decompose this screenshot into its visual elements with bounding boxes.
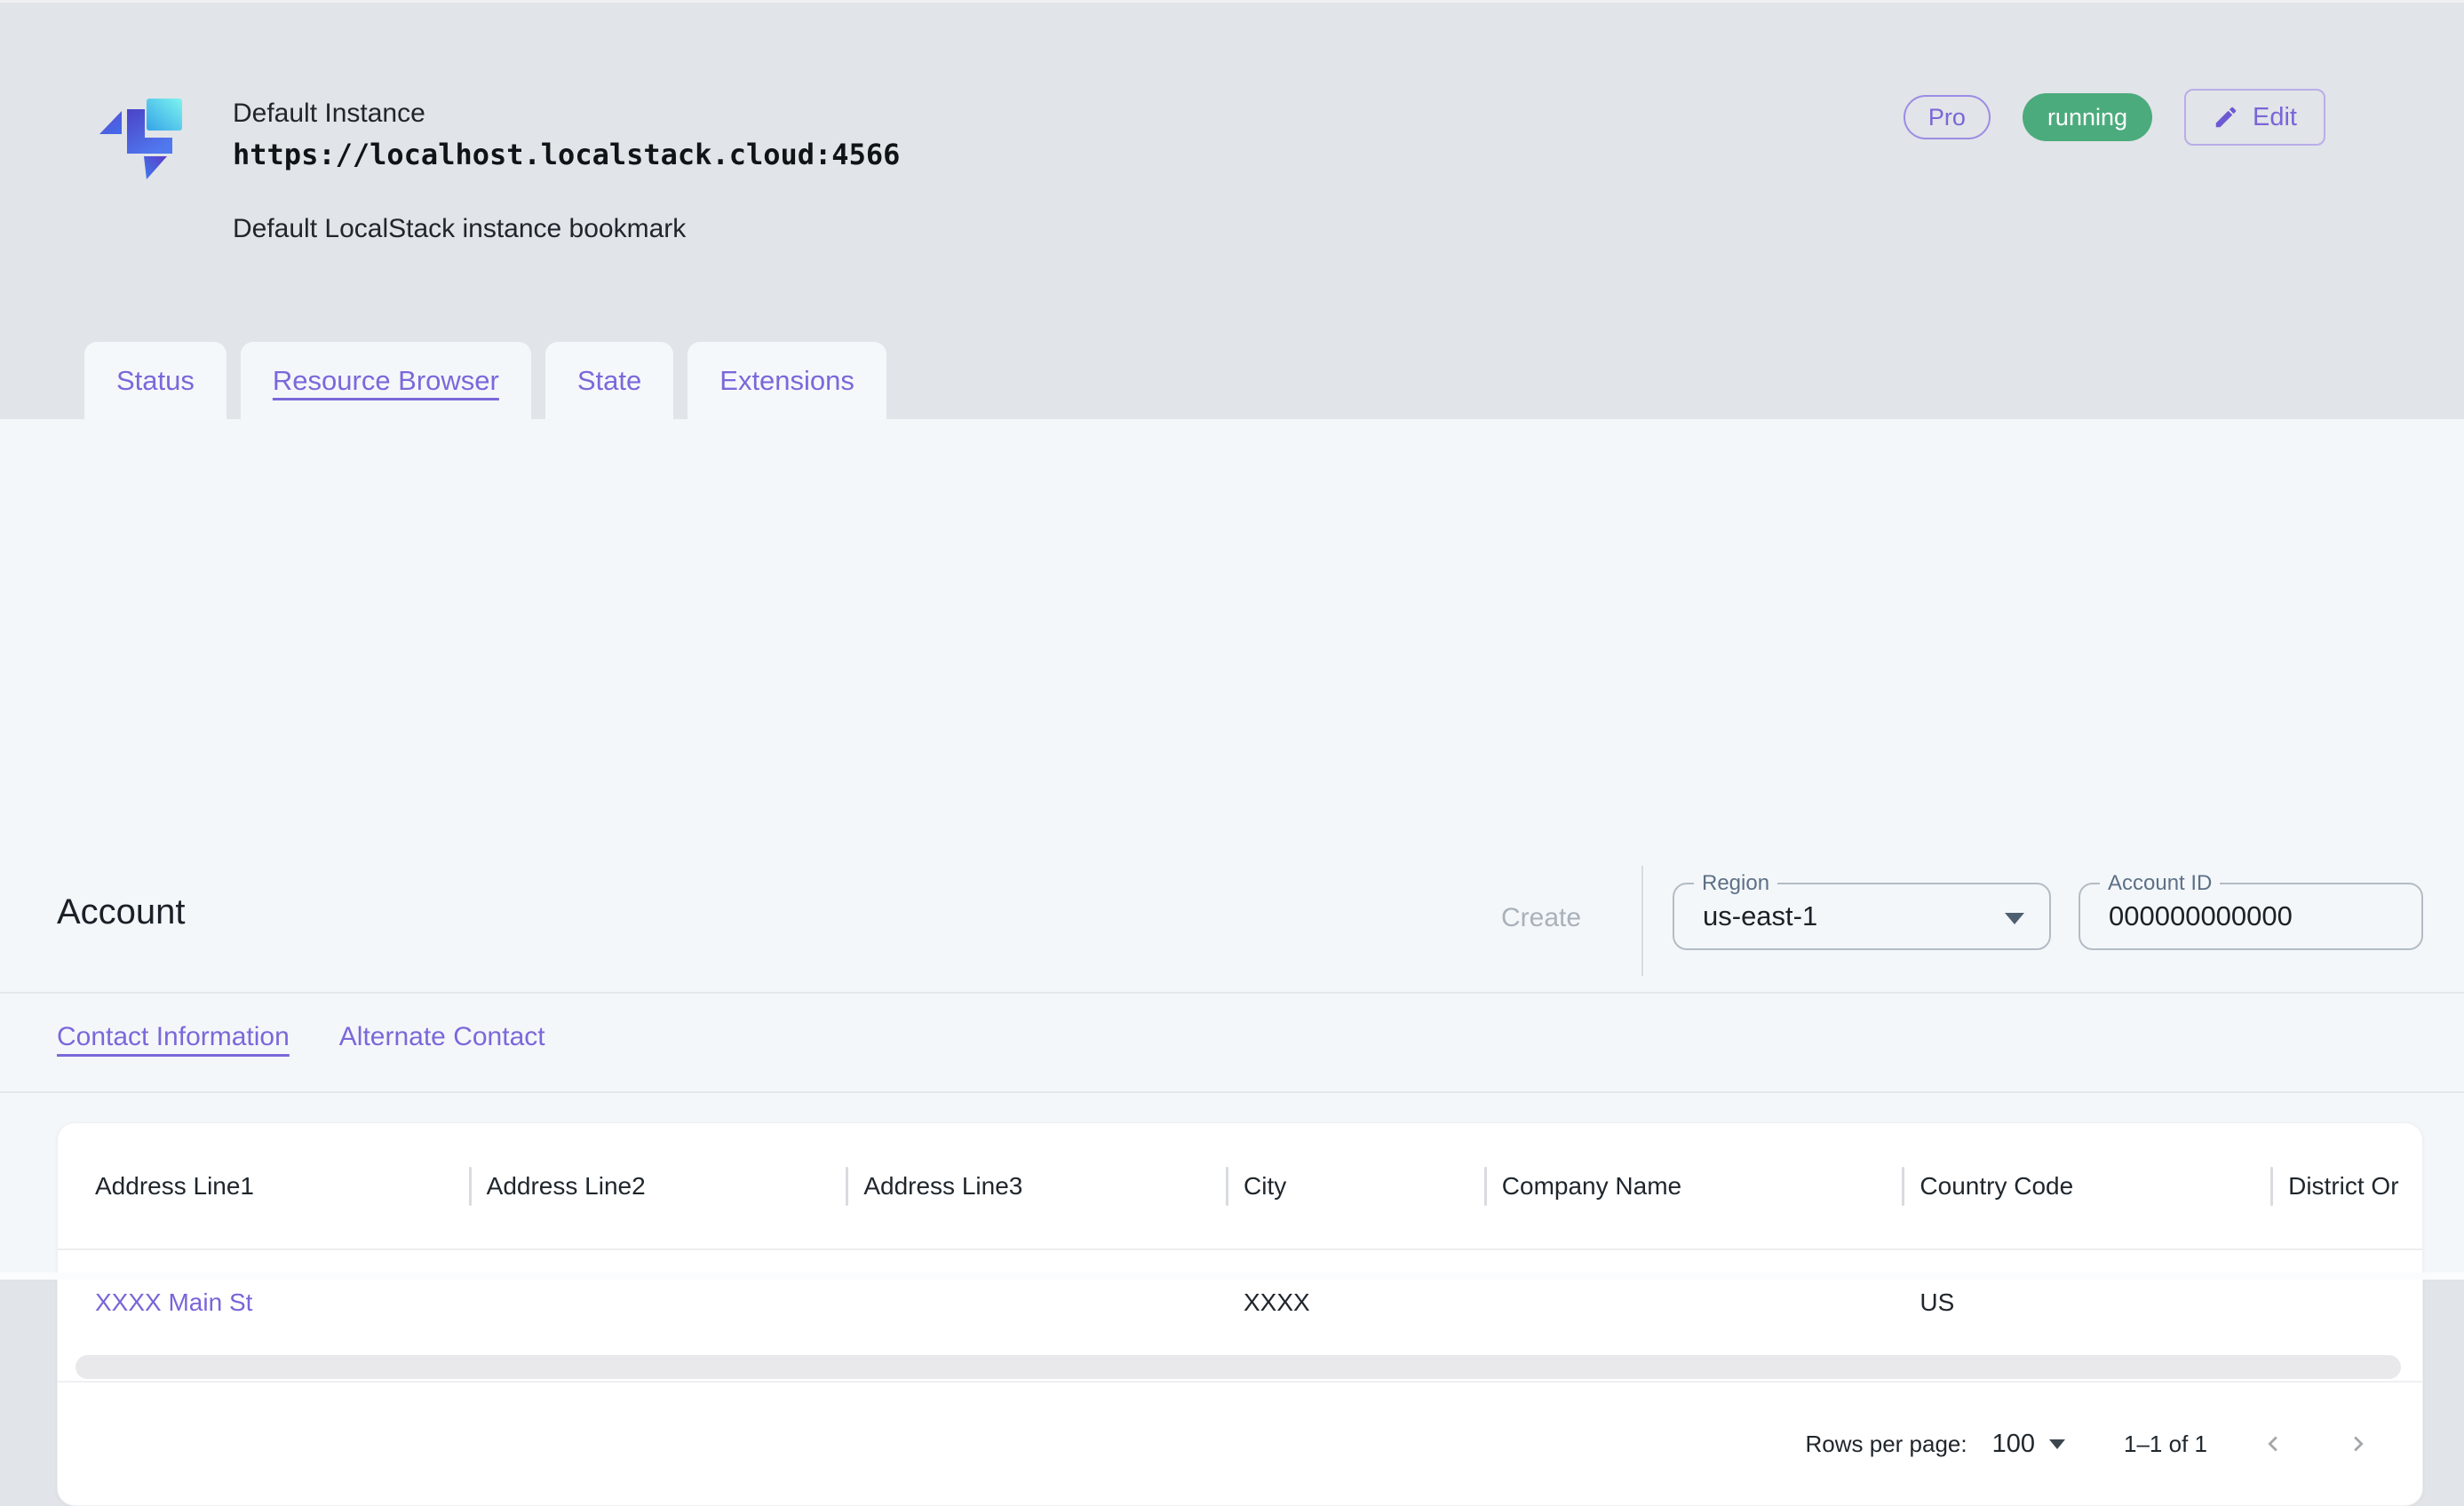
toolbar-bottom-divider	[0, 992, 2464, 994]
chevron-left-icon	[2258, 1429, 2288, 1459]
region-select[interactable]: Region us-east-1	[1673, 883, 2051, 950]
table-header-row: Address Line1 Address Line2 Address Line…	[58, 1123, 2422, 1250]
running-status-badge: running	[2023, 93, 2152, 141]
cell-address-line3	[846, 1250, 1226, 1355]
column-header-district[interactable]: District Or	[2270, 1123, 2422, 1248]
account-subtabs: Contact Information Alternate Contact	[57, 1022, 545, 1052]
chevron-down-icon	[2005, 913, 2024, 924]
subtabs-bottom-divider	[0, 1091, 2464, 1093]
instance-tabs: Status Resource Browser State Extensions	[84, 342, 886, 419]
column-header-country-code[interactable]: Country Code	[1902, 1123, 2270, 1248]
cell-city: XXXX	[1226, 1250, 1484, 1355]
resource-browser-panel: Account Create Region us-east-1 Account …	[0, 419, 2464, 1280]
cell-country-code: US	[1902, 1250, 2270, 1355]
column-header-address-line2[interactable]: Address Line2	[469, 1123, 847, 1248]
horizontal-scrollbar-track	[58, 1355, 2422, 1383]
tab-status[interactable]: Status	[84, 342, 227, 419]
instance-title: Default Instance	[233, 99, 425, 129]
toolbar-divider	[1641, 866, 1643, 976]
localstack-logo-icon	[86, 87, 188, 189]
rows-per-page-label: Rows per page:	[1806, 1431, 1967, 1458]
account-id-input[interactable]	[2109, 886, 2402, 947]
pagination-range-label: 1–1 of 1	[2124, 1431, 2207, 1458]
tab-extensions[interactable]: Extensions	[688, 342, 886, 419]
header-actions: Pro running Edit	[1904, 89, 2325, 146]
cell-district	[2270, 1250, 2422, 1355]
create-button[interactable]: Create	[1501, 903, 1581, 933]
cell-address-line2	[469, 1250, 847, 1355]
page-title: Account	[57, 892, 186, 932]
horizontal-scrollbar-thumb[interactable]	[76, 1355, 2401, 1379]
chevron-right-icon	[2343, 1429, 2373, 1459]
cell-company-name	[1484, 1250, 1903, 1355]
pencil-icon	[2213, 104, 2239, 131]
edit-button[interactable]: Edit	[2184, 89, 2325, 146]
tab-state[interactable]: State	[545, 342, 673, 419]
localstack-instance-page: Default Instance https://localhost.local…	[0, 0, 2464, 1280]
tab-resource-browser[interactable]: Resource Browser	[241, 342, 531, 419]
bottom-edge	[0, 1272, 2464, 1280]
table-pagination: Rows per page: 100 1–1 of 1	[58, 1383, 2422, 1505]
table-row[interactable]: XXXX Main St XXXX US	[58, 1250, 2422, 1355]
column-header-address-line1[interactable]: Address Line1	[58, 1123, 469, 1248]
column-header-city[interactable]: City	[1226, 1123, 1484, 1248]
rows-per-page-select[interactable]: 100	[1992, 1430, 2065, 1459]
address-line1-link[interactable]: XXXX Main St	[95, 1288, 252, 1317]
previous-page-button[interactable]	[2253, 1424, 2293, 1463]
edit-button-label: Edit	[2253, 103, 2297, 132]
instance-description: Default LocalStack instance bookmark	[233, 214, 686, 244]
subtab-contact-information[interactable]: Contact Information	[57, 1022, 290, 1052]
column-header-company-name[interactable]: Company Name	[1484, 1123, 1903, 1248]
pro-badge: Pro	[1904, 95, 1991, 139]
column-header-address-line3[interactable]: Address Line3	[846, 1123, 1226, 1248]
caret-down-icon	[2049, 1439, 2065, 1449]
instance-url: https://localhost.localstack.cloud:4566	[233, 138, 900, 171]
rows-per-page-value: 100	[1992, 1430, 2035, 1459]
contact-information-table: Address Line1 Address Line2 Address Line…	[57, 1122, 2423, 1506]
subtab-alternate-contact[interactable]: Alternate Contact	[339, 1022, 545, 1052]
next-page-button[interactable]	[2339, 1424, 2378, 1463]
account-id-field: Account ID	[2079, 883, 2423, 950]
region-select-value: us-east-1	[1703, 884, 1817, 948]
